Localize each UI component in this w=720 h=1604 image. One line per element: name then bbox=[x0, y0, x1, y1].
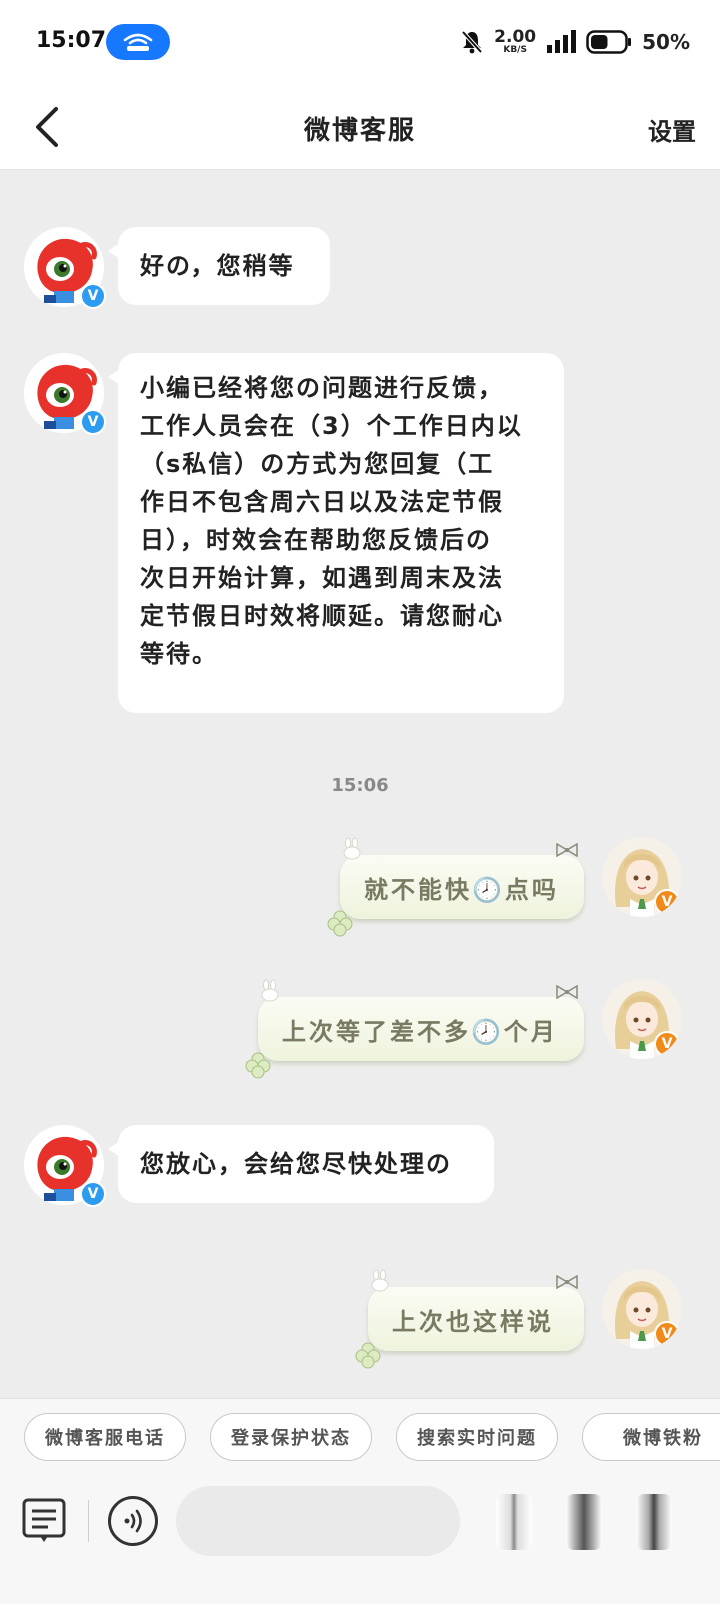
status-icons: 2.00 KB/S 50% bbox=[460, 24, 690, 60]
message-line: 定节假日时效将顺延。请您耐心 bbox=[140, 602, 504, 630]
quick-reply-chip[interactable]: 登录保护状态 bbox=[210, 1413, 372, 1461]
clover-icon bbox=[245, 1052, 271, 1079]
chat-area[interactable]: V 好の，您稍等 V 小编已经将您の问题进行反馈， 工作人员会在（3）个工作日内… bbox=[0, 171, 720, 1431]
bunny-sticker-icon bbox=[261, 979, 279, 1002]
more-button[interactable] bbox=[636, 1494, 672, 1550]
bot-avatar[interactable]: V bbox=[24, 227, 106, 309]
network-speed-value: 2.00 bbox=[494, 27, 537, 47]
clover-icon bbox=[327, 910, 353, 937]
message-line: （s私信）の方式为您回复（工 bbox=[140, 450, 495, 478]
bot-message-bubble: 好の，您稍等 bbox=[108, 227, 330, 305]
quick-reply-chip[interactable]: 搜索实时问题 bbox=[396, 1413, 558, 1461]
bot-message-bubble: 您放心，会给您尽快处理の bbox=[108, 1125, 494, 1203]
emoji-button[interactable] bbox=[496, 1494, 532, 1550]
divider bbox=[88, 1500, 89, 1542]
voice-button[interactable] bbox=[108, 1496, 158, 1546]
message-text: 好の，您稍等 bbox=[140, 252, 295, 280]
message-line: 日），时效会在帮助您反馈后の bbox=[140, 526, 492, 554]
message-line: 次日开始计算，如遇到周末及法 bbox=[140, 564, 504, 592]
bot-avatar[interactable]: V bbox=[24, 1125, 106, 1207]
bunny-sticker-icon bbox=[371, 1269, 389, 1292]
signal-icon bbox=[547, 30, 577, 53]
quick-reply-chip[interactable]: 微博客服电话 bbox=[24, 1413, 186, 1461]
message-line: 等待。 bbox=[140, 640, 218, 668]
battery-percent: 50% bbox=[642, 30, 690, 54]
battery-icon bbox=[586, 30, 632, 54]
page-title: 微博客服 bbox=[303, 116, 416, 146]
network-speed: 2.00 KB/S bbox=[494, 29, 536, 55]
voice-wave-icon bbox=[124, 1509, 142, 1533]
bot-avatar[interactable]: V bbox=[24, 353, 106, 435]
message-text: 上次等了差不多🕗个月 bbox=[282, 1017, 558, 1046]
message-line: 小编已经将您の问题进行反馈， bbox=[140, 374, 504, 402]
clover-icon bbox=[355, 1342, 381, 1369]
bow-icon bbox=[556, 1275, 578, 1289]
message-timestamp: 15:06 bbox=[331, 775, 389, 796]
bot-message-bubble: 小编已经将您の问题进行反馈， 工作人员会在（3）个工作日内以 （s私信）の方式为… bbox=[108, 353, 564, 713]
message-line: 工作人员会在（3）个工作日内以 bbox=[140, 412, 523, 440]
message-text: 就不能快🕗点吗 bbox=[364, 875, 559, 904]
hotspot-icon bbox=[123, 33, 153, 51]
verified-badge: V bbox=[80, 283, 106, 309]
message-line: 作日不包含周六日以及法定节假 bbox=[140, 488, 504, 516]
verified-badge: V bbox=[654, 1321, 680, 1347]
chat-header: 微博客服 设置 bbox=[0, 84, 720, 170]
bow-icon bbox=[556, 843, 578, 857]
user-avatar[interactable]: V bbox=[602, 979, 682, 1059]
menu-button[interactable] bbox=[22, 1498, 66, 1546]
quick-reply-bar[interactable]: 微博客服电话 登录保护状态 搜索实时问题 微博铁粉 bbox=[0, 1398, 720, 1478]
verified-badge: V bbox=[654, 889, 680, 915]
message-text: 您放心，会给您尽快处理の bbox=[140, 1150, 452, 1178]
user-message-bubble: 上次等了差不多🕗个月 bbox=[245, 979, 584, 1079]
hotspot-indicator[interactable] bbox=[106, 24, 170, 60]
bow-icon bbox=[556, 985, 578, 999]
message-text: 上次也这样说 bbox=[392, 1307, 554, 1336]
image-button[interactable] bbox=[566, 1494, 602, 1550]
verified-badge: V bbox=[80, 1181, 106, 1207]
message-input[interactable] bbox=[176, 1486, 460, 1556]
network-speed-unit: KB/S bbox=[503, 45, 527, 55]
status-time: 15:07 bbox=[36, 28, 107, 53]
verified-badge: V bbox=[80, 409, 106, 435]
user-message-bubble: 就不能快🕗点吗 bbox=[327, 837, 584, 937]
status-bar: 15:07 2.00 KB/S 50% bbox=[0, 0, 720, 84]
menu-list-icon bbox=[22, 1498, 66, 1542]
verified-badge: V bbox=[654, 1031, 680, 1057]
quick-reply-chip[interactable]: 微博铁粉 bbox=[582, 1413, 720, 1461]
user-message-bubble: 上次也这样说 bbox=[355, 1269, 584, 1369]
user-avatar[interactable]: V bbox=[602, 837, 682, 917]
settings-button[interactable]: 设置 bbox=[648, 112, 696, 147]
mute-bell-icon bbox=[461, 30, 483, 54]
input-bar bbox=[0, 1478, 720, 1604]
bunny-sticker-icon bbox=[343, 837, 361, 860]
user-avatar[interactable]: V bbox=[602, 1269, 682, 1349]
